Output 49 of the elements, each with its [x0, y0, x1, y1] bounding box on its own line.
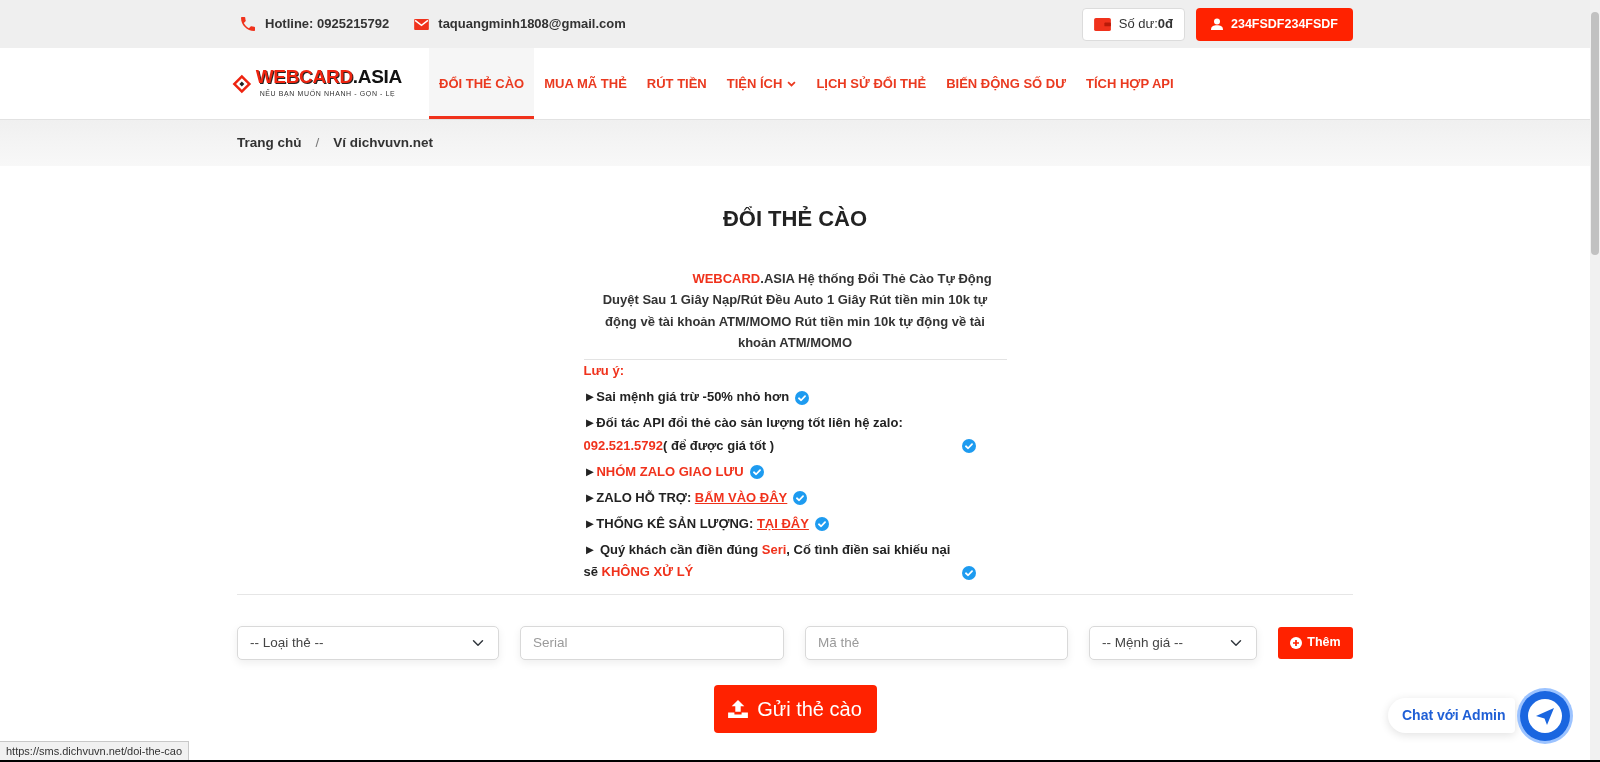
- note-text: ►THỐNG KÊ SẢN LƯỢNG: TẠI ĐÂY: [583, 514, 809, 533]
- add-button[interactable]: Thêm: [1278, 626, 1353, 659]
- nav-tab[interactable]: BIẾN ĐỘNG SỐ DƯ: [936, 48, 1076, 119]
- plus-circle-icon: [1290, 636, 1303, 649]
- wallet-icon: [1093, 17, 1111, 31]
- nav-tab[interactable]: TIỆN ÍCH: [716, 48, 807, 119]
- chat-button[interactable]: Chat với Admin: [1388, 698, 1515, 733]
- breadcrumb-current: Ví dichvuvn.net: [333, 133, 434, 152]
- dropdown-field[interactable]: -- Loại thẻ --: [237, 625, 499, 660]
- logo-wordmark: WEBCARD.ASIA: [255, 67, 402, 87]
- nav-tab[interactable]: ĐỔI THẺ CÀO: [429, 48, 535, 119]
- nav-tab[interactable]: TÍCH HỢP API: [1076, 48, 1184, 119]
- scrollbar-thumb[interactable]: [1591, 12, 1599, 255]
- note-text: ►ZALO HỖ TRỢ: BẤM VÀO ĐÂY: [583, 488, 788, 507]
- nav-tab[interactable]: LỊCH SỬ ĐỔI THẺ: [806, 48, 937, 119]
- status-bar-url: https://sms.dichvuvn.net/doi-the-cao: [0, 741, 190, 760]
- hotline-text: Hotline: 0925215792: [265, 15, 390, 34]
- mail-icon: [414, 18, 430, 30]
- upload-icon: [728, 699, 749, 718]
- nav-tab[interactable]: MUA MÃ THẺ: [534, 48, 637, 119]
- note-link[interactable]: BẤM VÀO ĐÂY: [694, 489, 788, 505]
- breadcrumb-link[interactable]: Trang chủ: [237, 132, 302, 154]
- intro-paragraph: WEBCARD.ASIA Hệ thống Đổi Thẻ Cào Tự Động Duyệt Sau 1 Giây Nạp/Rút Đều Auto 1 Giây Rút tiền min 10k tự động về tài khoản ATM/MOMO Rút tiền min 10k tự động về tài khoản ATM/MOMO: [601, 270, 993, 352]
- page-title: ĐỔI THẺ CÀO: [722, 206, 868, 232]
- notes-heading: Lưu ý:: [583, 362, 624, 381]
- verified-check-icon: [961, 439, 976, 454]
- note-text: ► Quý khách cần điền đúng Seri, Cố tình điền sai khiếu nại sẽ KHÔNG XỬ LÝ: [583, 540, 952, 582]
- note-text: ►Sai mệnh giá trừ -50% nhỏ hơn: [583, 388, 790, 407]
- paper-plane-icon[interactable]: [1517, 688, 1573, 744]
- verified-check-icon: [961, 565, 976, 580]
- balance-button[interactable]: Số dư:0đ: [1081, 7, 1185, 41]
- note-text: ►Đối tác API đổi thẻ cào sản lượng tốt liên hệ zalo: 092.521.5792( để được giá tốt ): [583, 414, 904, 455]
- dropdown-field[interactable]: -- Mệnh giá --: [1089, 625, 1257, 660]
- verified-check-icon: [795, 390, 810, 405]
- caret-icon: [787, 80, 797, 87]
- user-icon: [1211, 18, 1223, 30]
- note-text: ►NHÓM ZALO GIAO LƯU: [583, 462, 744, 481]
- phone-icon: [241, 17, 255, 31]
- verified-check-icon: [814, 517, 829, 532]
- account-button[interactable]: 234FSDF234FSDF: [1196, 7, 1353, 41]
- verified-check-icon: [749, 465, 764, 480]
- verified-check-icon: [793, 491, 808, 506]
- breadcrumb-separator: /: [315, 133, 320, 152]
- input-field[interactable]: Mã thẻ: [805, 625, 1068, 660]
- submit-button[interactable]: Gửi thẻ cào: [713, 684, 877, 733]
- email-text: taquangminh1808@gmail.com: [438, 15, 626, 34]
- input-field[interactable]: Serial: [520, 625, 784, 660]
- nav-tab[interactable]: RÚT TIỀN: [636, 48, 717, 119]
- note-link[interactable]: TẠI ĐÂY: [756, 515, 809, 531]
